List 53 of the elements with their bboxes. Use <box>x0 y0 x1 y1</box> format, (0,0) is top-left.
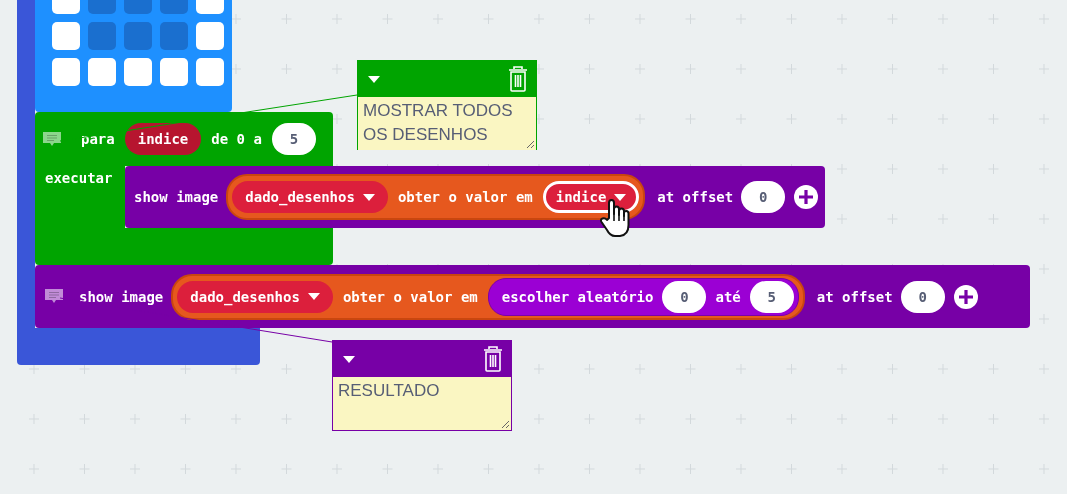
comment-text[interactable]: MOSTRAR TODOS OS DESENHOS <box>358 97 536 150</box>
block-label: até <box>715 288 741 305</box>
caret-icon <box>368 75 380 83</box>
caret-icon <box>307 293 320 300</box>
comment-box[interactable]: RESULTADO <box>332 340 512 431</box>
block-label: show image <box>134 189 219 205</box>
variable-dropdown[interactable]: dado_desenhos <box>177 280 333 313</box>
trash-icon[interactable] <box>483 346 503 372</box>
variable-reporter[interactable]: indice <box>124 123 202 155</box>
led-cell[interactable] <box>124 22 152 50</box>
number-field[interactable]: 5 <box>749 280 794 313</box>
number-field[interactable]: 0 <box>741 181 786 213</box>
block-label: at offset <box>816 288 893 305</box>
resize-grip-icon[interactable] <box>501 420 510 429</box>
for-loop-block[interactable]: para indice de 0 a 5 <box>35 112 333 166</box>
block-label: obter o valor em <box>397 189 533 205</box>
show-image-block[interactable]: show image dado_desenhos obter o valor em escolher aleatório 0 até 5 at offset 0 <box>35 265 1030 328</box>
show-image-block[interactable]: show image dado_desenhos obter o valor em indice at offset 0 <box>125 166 826 228</box>
block-label: de 0 a <box>211 131 262 147</box>
led-cell[interactable] <box>88 22 116 50</box>
block-label: obter o valor em <box>342 288 478 305</box>
variable-dropdown[interactable]: dado_desenhos <box>232 181 388 213</box>
led-cell[interactable] <box>124 58 152 86</box>
comment-text[interactable]: RESULTADO <box>333 377 511 430</box>
add-icon[interactable] <box>793 184 820 210</box>
block-label: show image <box>79 288 164 305</box>
block-label: at offset <box>657 189 734 205</box>
caret-icon <box>362 193 375 201</box>
number-field[interactable]: 5 <box>271 123 316 155</box>
led-cell[interactable] <box>52 22 80 50</box>
list-get-block[interactable]: dado_desenhos obter o valor em indice <box>226 174 646 220</box>
led-cell[interactable] <box>196 58 224 86</box>
add-icon[interactable] <box>952 283 979 310</box>
block-label: para <box>81 131 115 147</box>
led-cell[interactable] <box>88 58 116 86</box>
number-field[interactable]: 0 <box>900 280 945 313</box>
list-get-block[interactable]: dado_desenhos obter o valor em escolher aleatório 0 até 5 <box>171 273 805 320</box>
caret-icon <box>343 355 355 363</box>
led-cell[interactable] <box>160 22 188 50</box>
comment-icon[interactable] <box>43 131 61 147</box>
block-label: escolher aleatório <box>501 288 654 305</box>
led-cell[interactable] <box>196 22 224 50</box>
resize-grip-icon[interactable] <box>526 140 535 149</box>
led-cell[interactable] <box>52 58 80 86</box>
random-block[interactable]: escolher aleatório 0 até 5 <box>487 277 799 316</box>
image-block[interactable] <box>35 0 232 112</box>
block-label: executar <box>45 170 113 186</box>
caret-icon <box>614 193 627 201</box>
variable-dropdown[interactable]: indice <box>542 181 640 213</box>
comment-icon[interactable] <box>45 289 63 304</box>
comment-box[interactable]: MOSTRAR TODOS OS DESENHOS <box>357 60 537 150</box>
led-cell[interactable] <box>160 58 188 86</box>
number-field[interactable]: 0 <box>662 280 707 313</box>
